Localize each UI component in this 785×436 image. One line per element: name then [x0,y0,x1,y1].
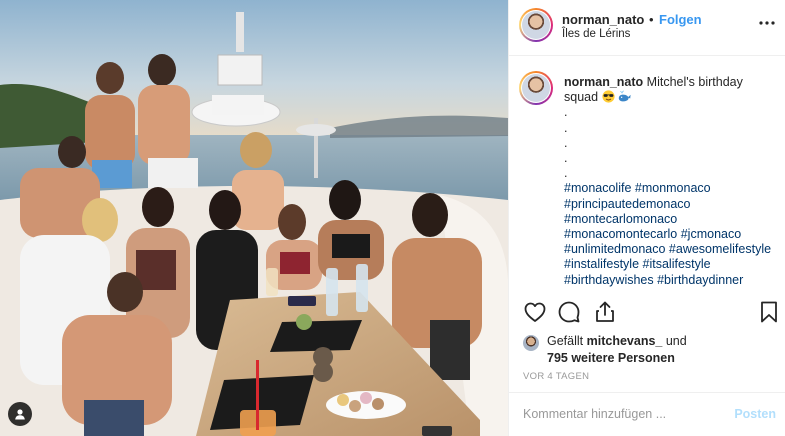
post-photo[interactable] [0,0,508,436]
more-horizontal-icon [759,21,775,25]
share-button[interactable] [593,300,617,324]
hashtag-line[interactable]: #montecarlomonaco [564,212,779,227]
bookmark-icon [761,301,777,323]
likes-text: Gefällt mitchevans_ und 795 weitere Pers… [547,333,687,367]
hashtag-line[interactable]: #monacolife #monmonaco [564,181,779,196]
separator-dot: • [649,12,654,27]
comment-button[interactable] [557,300,581,324]
author-username[interactable]: norman_nato [562,12,644,27]
action-bar [509,296,785,332]
whale-emoji [618,90,631,102]
post-header: norman_nato • Folgen Îles de Lérins [509,0,785,56]
post-sidebar: norman_nato • Folgen Îles de Lérins norm… [508,0,785,436]
heart-icon [524,302,546,322]
likes-connector: und [665,334,687,348]
liker-avatar[interactable] [523,335,539,351]
like-button[interactable] [523,300,547,324]
caption-dot-line: . [564,105,568,120]
caption-username[interactable]: norman_nato [564,75,643,89]
location-link[interactable]: Îles de Lérins [562,28,630,40]
more-options-button[interactable] [756,14,778,32]
comment-icon [558,301,580,323]
sunglasses-emoji [601,90,615,103]
post-timestamp[interactable]: VOR 4 TAGEN [523,371,589,382]
share-icon [596,301,614,322]
author-avatar[interactable] [519,8,553,42]
comment-input[interactable]: Kommentar hinzufügen ... [523,407,666,421]
caption-avatar[interactable] [519,71,553,105]
others-likes-link[interactable]: 795 weitere Personen [547,351,675,365]
add-comment-bar: Kommentar hinzufügen ... Posten [509,392,785,436]
user-icon [15,409,25,420]
caption-dot-line: . [564,120,568,135]
hashtag-line[interactable]: #birthdaywishes #birthdaydinner [564,273,779,288]
first-liker-link[interactable]: mitchevans_ [587,334,663,348]
caption-dot-line: . [564,135,568,150]
save-button[interactable] [757,300,781,324]
hashtag-line[interactable]: #monacomontecarlo #jcmonaco [564,227,779,242]
comments-section: norman_nato Mitchel's birthday squad . .… [509,57,785,289]
post-comment-button[interactable]: Posten [734,407,776,421]
photo-scene [0,0,508,436]
follow-button[interactable]: Folgen [659,12,702,27]
likes-prefix: Gefällt [547,334,584,348]
tagged-users-button[interactable] [8,402,32,426]
hashtag-line[interactable]: #instalifestyle #itsalifestyle [564,257,779,272]
caption: norman_nato Mitchel's birthday squad . .… [564,75,779,288]
caption-dot-line: . [564,166,568,181]
hashtag-line[interactable]: #principautedemonaco [564,197,779,212]
caption-dot-line: . [564,151,568,166]
hashtag-line[interactable]: #unlimitedmonaco #awesomelifestyle [564,242,779,257]
